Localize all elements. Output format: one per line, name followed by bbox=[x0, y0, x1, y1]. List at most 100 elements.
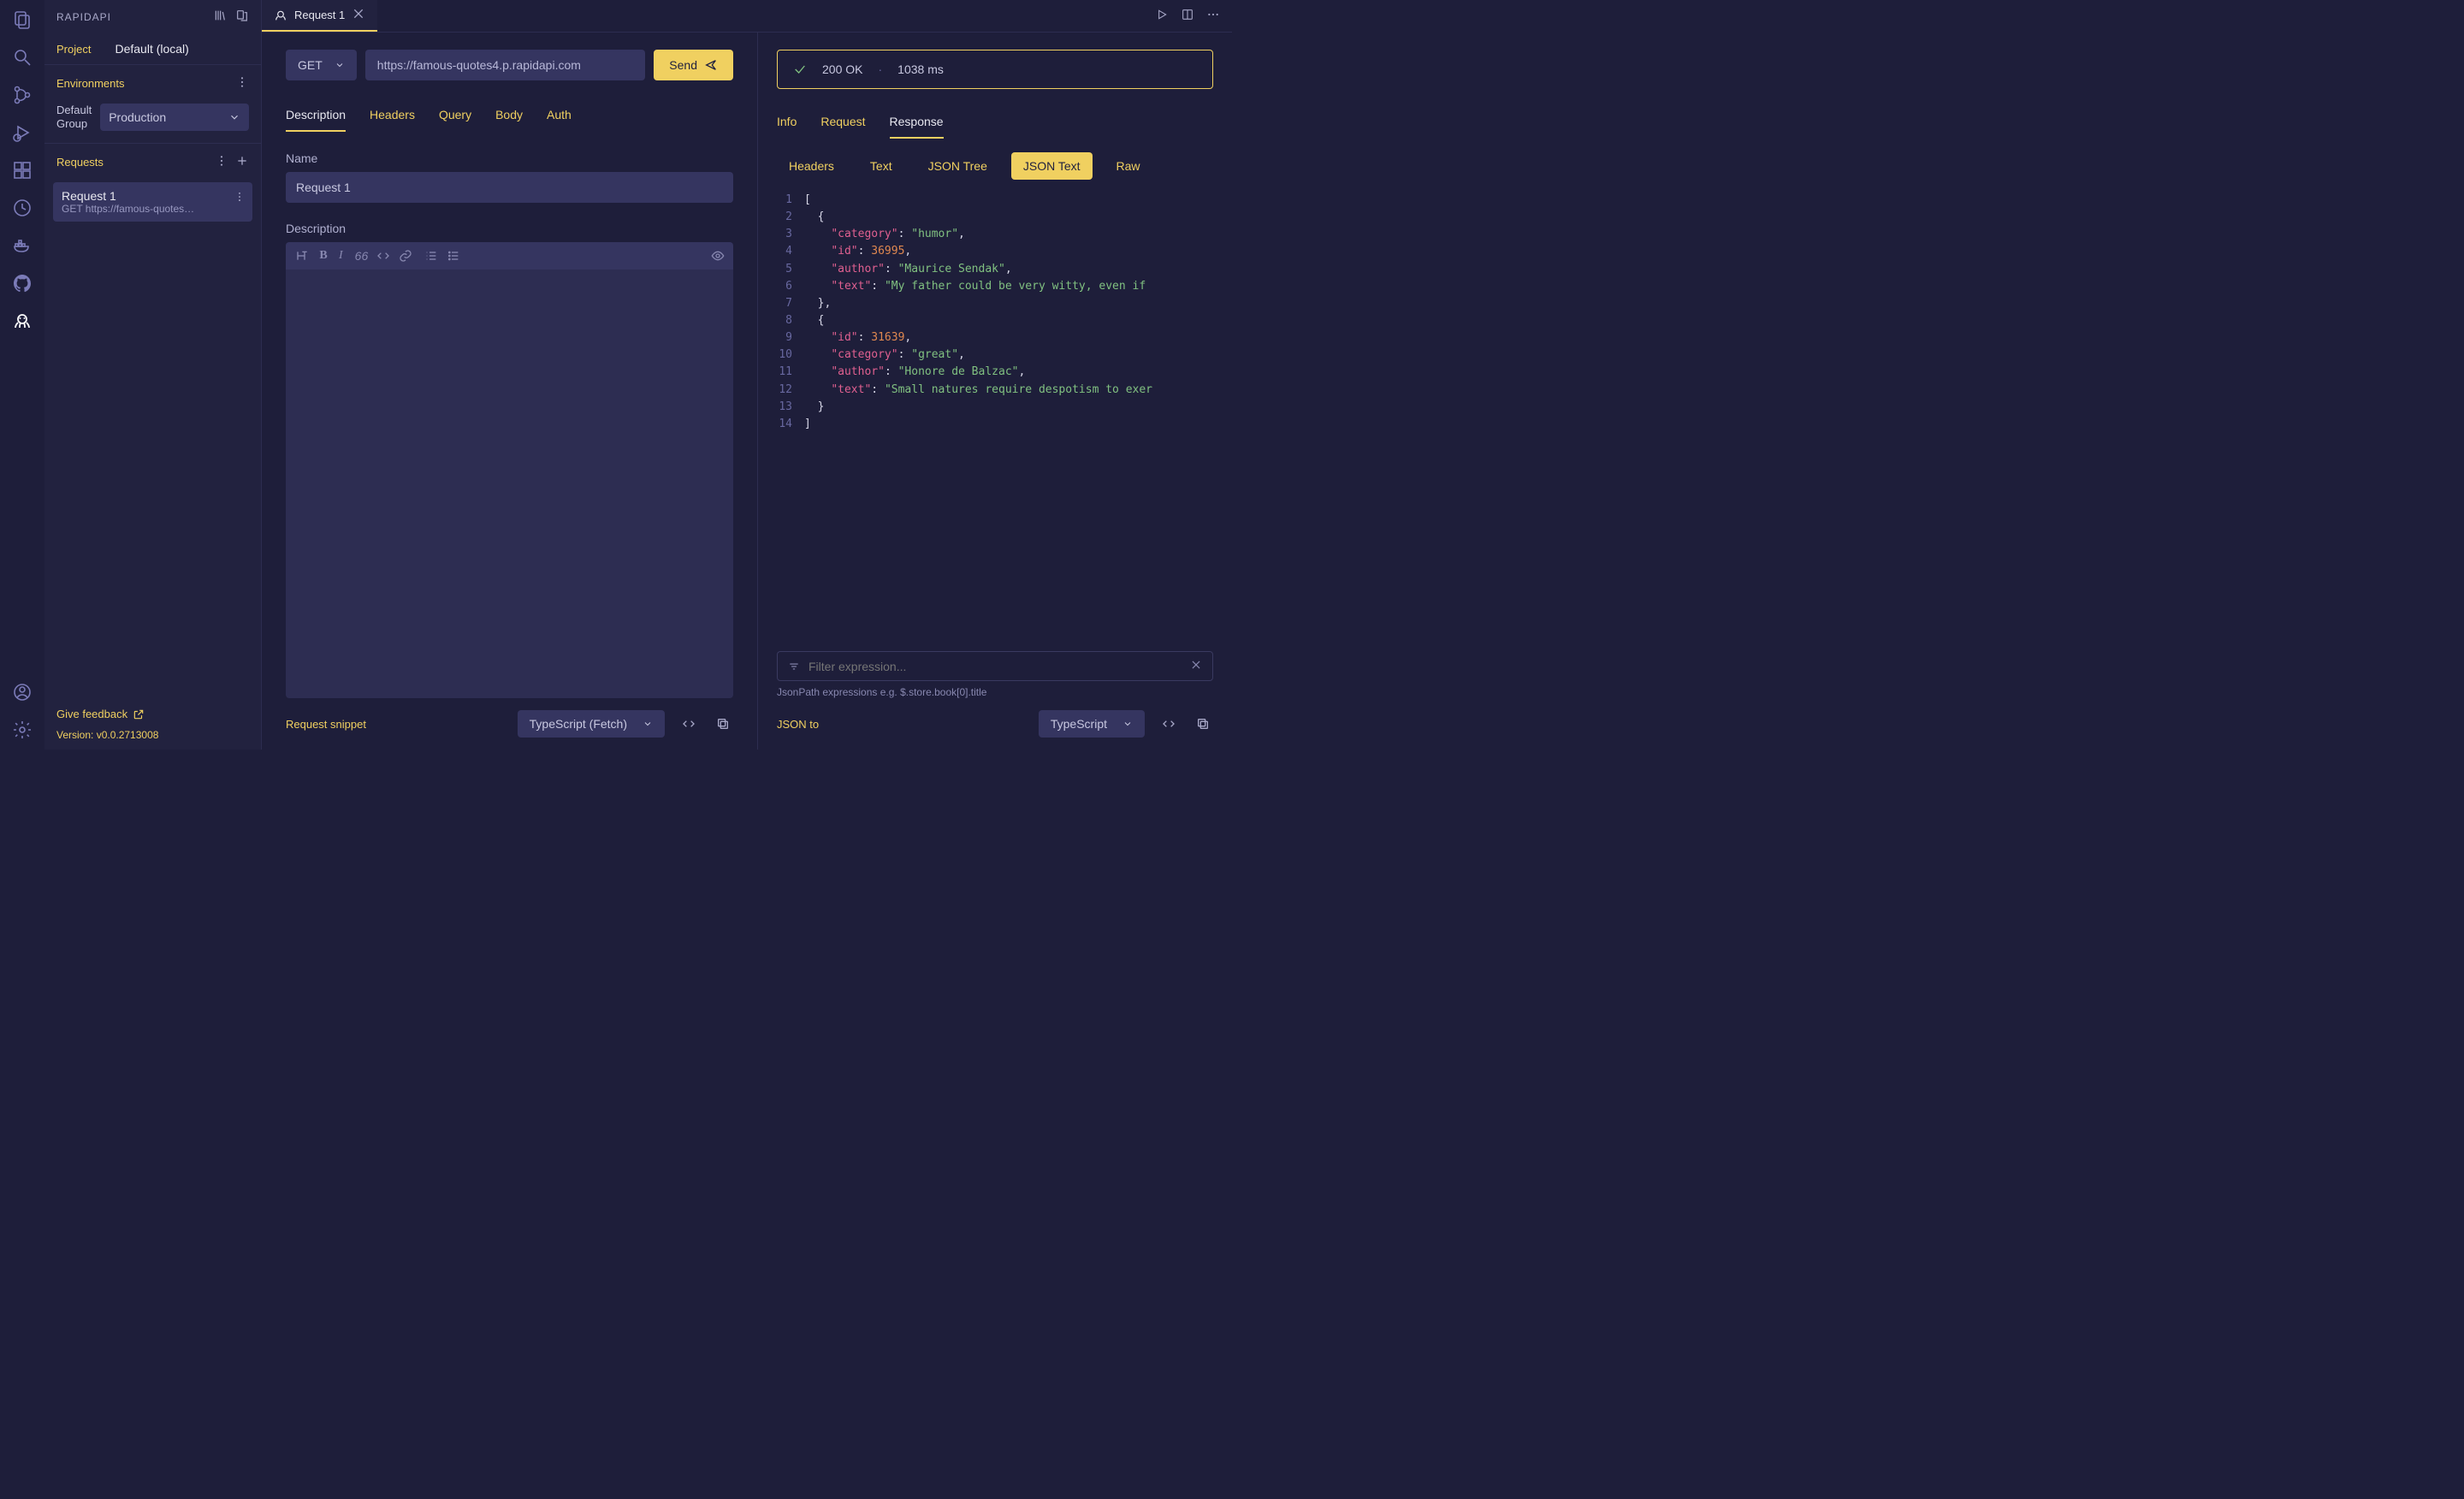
environments-label: Environments bbox=[56, 77, 124, 90]
check-icon bbox=[793, 62, 807, 76]
clear-icon[interactable] bbox=[1190, 659, 1202, 673]
github-icon[interactable] bbox=[11, 272, 33, 294]
json-line: 11 "author": "Honore de Balzac", bbox=[777, 364, 1213, 381]
quote-icon[interactable]: 66 bbox=[355, 249, 369, 263]
request-tabs: Description Headers Query Body Auth bbox=[286, 101, 733, 133]
send-icon bbox=[704, 58, 718, 72]
time-text: 1038 ms bbox=[897, 62, 944, 76]
split-editor-icon[interactable] bbox=[1181, 8, 1194, 24]
tab-info[interactable]: Info bbox=[777, 108, 797, 139]
json-line: 9 "id": 31639, bbox=[777, 329, 1213, 347]
tab-request[interactable]: Request bbox=[820, 108, 865, 139]
request-item-title: Request 1 bbox=[62, 189, 244, 203]
separator: · bbox=[878, 62, 882, 76]
subtab-jsontree[interactable]: JSON Tree bbox=[916, 152, 999, 180]
description-label: Description bbox=[286, 222, 733, 235]
more-icon[interactable] bbox=[1206, 8, 1220, 24]
send-label: Send bbox=[669, 58, 697, 72]
json-line: 12 "text": "Small natures require despot… bbox=[777, 382, 1213, 399]
json-line: 2 { bbox=[777, 209, 1213, 226]
tab-response[interactable]: Response bbox=[890, 108, 944, 139]
copy-icon[interactable] bbox=[1193, 714, 1213, 734]
run-debug-icon[interactable] bbox=[11, 121, 33, 144]
status-text: 200 OK bbox=[822, 62, 862, 76]
filter-input[interactable] bbox=[808, 660, 1182, 673]
project-value: Default (local) bbox=[115, 42, 188, 56]
editor-tab[interactable]: Request 1 bbox=[262, 0, 377, 32]
json-viewer[interactable]: 1[2 {3 "category": "humor",4 "id": 36995… bbox=[777, 192, 1213, 643]
close-icon[interactable] bbox=[352, 7, 365, 23]
bold-icon[interactable]: B bbox=[317, 249, 330, 263]
code-icon[interactable] bbox=[376, 249, 390, 263]
tab-auth[interactable]: Auth bbox=[547, 101, 572, 132]
tab-description[interactable]: Description bbox=[286, 101, 346, 132]
explorer-icon[interactable] bbox=[11, 9, 33, 31]
more-icon[interactable] bbox=[234, 191, 246, 205]
response-tabs: Info Request Response bbox=[777, 108, 1213, 139]
environment-select[interactable]: Production bbox=[100, 104, 249, 131]
description-editor[interactable] bbox=[286, 270, 733, 698]
name-label: Name bbox=[286, 151, 733, 165]
request-list-item[interactable]: Request 1 GET https://famous-quotes… bbox=[53, 182, 252, 222]
snippet-lang-select[interactable]: TypeScript (Fetch) bbox=[518, 710, 665, 738]
subtab-text[interactable]: Text bbox=[858, 152, 904, 180]
list-ul-icon[interactable] bbox=[424, 249, 438, 263]
extensions-icon[interactable] bbox=[11, 159, 33, 181]
rapidapi-icon[interactable] bbox=[11, 310, 33, 332]
subtab-headers[interactable]: Headers bbox=[777, 152, 846, 180]
subtab-raw[interactable]: Raw bbox=[1105, 152, 1152, 180]
timeline-icon[interactable] bbox=[11, 197, 33, 219]
project-selector[interactable]: Project Default (local) bbox=[44, 33, 261, 65]
settings-icon[interactable] bbox=[11, 719, 33, 741]
version-label: Version: v0.0.2713008 bbox=[56, 729, 249, 741]
code-icon[interactable] bbox=[1158, 714, 1179, 734]
more-icon[interactable] bbox=[215, 154, 228, 170]
name-input[interactable] bbox=[286, 172, 733, 203]
sync-icon[interactable] bbox=[235, 9, 249, 25]
request-pane: GET Send Description Headers Query Body … bbox=[262, 33, 758, 750]
docker-icon[interactable] bbox=[11, 234, 33, 257]
more-icon[interactable] bbox=[235, 75, 249, 92]
chevron-down-icon bbox=[228, 111, 240, 123]
json-line: 4 "id": 36995, bbox=[777, 243, 1213, 260]
run-icon[interactable] bbox=[1155, 8, 1169, 24]
chevron-down-icon bbox=[335, 60, 345, 70]
rapidapi-icon bbox=[274, 9, 287, 22]
italic-icon[interactable]: I bbox=[339, 249, 343, 263]
feedback-link[interactable]: Give feedback bbox=[56, 708, 249, 720]
project-label: Project bbox=[56, 43, 91, 56]
filter-box bbox=[777, 651, 1213, 681]
tab-query[interactable]: Query bbox=[439, 101, 471, 132]
status-box: 200 OK · 1038 ms bbox=[777, 50, 1213, 89]
feedback-label: Give feedback bbox=[56, 708, 127, 720]
tab-headers[interactable]: Headers bbox=[370, 101, 415, 132]
code-icon[interactable] bbox=[678, 714, 699, 734]
request-item-subtitle: GET https://famous-quotes… bbox=[62, 203, 244, 215]
heading-icon[interactable] bbox=[294, 249, 308, 263]
jsonto-label: JSON to bbox=[777, 718, 819, 731]
link-icon[interactable] bbox=[399, 249, 412, 263]
json-line: 3 "category": "humor", bbox=[777, 226, 1213, 243]
jsonto-lang-select[interactable]: TypeScript bbox=[1039, 710, 1145, 738]
json-line: 13 } bbox=[777, 399, 1213, 416]
response-pane: 200 OK · 1038 ms Info Request Response H… bbox=[758, 33, 1232, 750]
account-icon[interactable] bbox=[11, 681, 33, 703]
method-select[interactable]: GET bbox=[286, 50, 357, 80]
chevron-down-icon bbox=[1122, 719, 1133, 729]
add-icon[interactable] bbox=[235, 154, 249, 170]
description-toolbar: B I 66 bbox=[286, 242, 733, 270]
send-button[interactable]: Send bbox=[654, 50, 733, 80]
json-line: 1[ bbox=[777, 192, 1213, 209]
source-control-icon[interactable] bbox=[11, 84, 33, 106]
json-line: 10 "category": "great", bbox=[777, 347, 1213, 364]
external-link-icon bbox=[133, 708, 145, 720]
copy-icon[interactable] bbox=[713, 714, 733, 734]
activity-bar bbox=[0, 0, 44, 750]
library-icon[interactable] bbox=[213, 9, 227, 25]
list-ol-icon[interactable] bbox=[447, 249, 460, 263]
url-input[interactable] bbox=[365, 50, 646, 80]
search-icon[interactable] bbox=[11, 46, 33, 68]
subtab-jsontext[interactable]: JSON Text bbox=[1011, 152, 1093, 180]
preview-icon[interactable] bbox=[711, 249, 725, 263]
tab-body[interactable]: Body bbox=[495, 101, 523, 132]
